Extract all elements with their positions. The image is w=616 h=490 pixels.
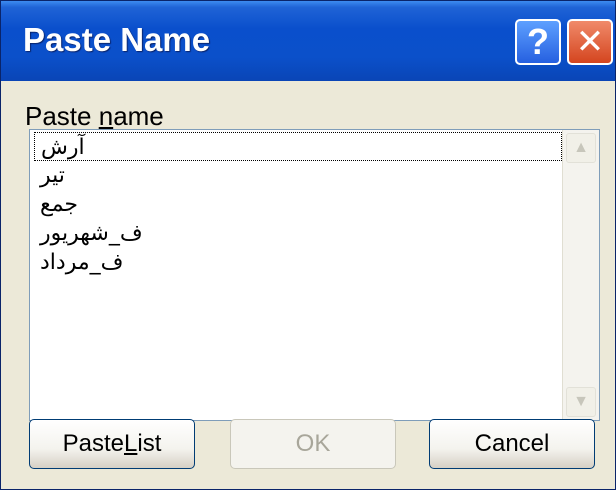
list-item[interactable]: جمع [34,190,562,219]
list-item[interactable]: ف_مرداد [34,248,562,277]
question-icon: ? [527,21,549,62]
list-item[interactable]: آرش [34,132,562,161]
chevron-down-icon: ▼ [573,393,589,410]
help-button[interactable]: ? [515,19,561,65]
list-item[interactable]: ف_شهریور [34,219,562,248]
paste-name-dialog: Paste Name ? ✕ Paste name آرش تیر جمع ف_… [0,0,616,490]
paste-list-button[interactable]: Paste List [29,419,195,469]
chevron-up-icon: ▲ [573,139,589,156]
paste-name-label: Paste name [25,101,164,131]
cancel-button[interactable]: Cancel [429,419,595,469]
scroll-up-button[interactable]: ▲ [566,133,596,163]
vertical-scrollbar[interactable]: ▲ ▼ [562,130,599,420]
scroll-down-button[interactable]: ▼ [566,387,596,417]
close-icon: ✕ [575,23,605,61]
list-item[interactable]: تیر [34,161,562,190]
ok-button[interactable]: OK [230,419,396,469]
close-button[interactable]: ✕ [567,19,613,65]
title-bar[interactable]: Paste Name ? ✕ [1,1,615,81]
names-listbox[interactable]: آرش تیر جمع ف_شهریور ف_مرداد ▲ ▼ [29,129,600,421]
dialog-title: Paste Name [23,21,211,58]
dialog-content: Paste name آرش تیر جمع ف_شهریور ف_مرداد … [11,83,605,479]
names-list: آرش تیر جمع ف_شهریور ف_مرداد [30,132,562,277]
